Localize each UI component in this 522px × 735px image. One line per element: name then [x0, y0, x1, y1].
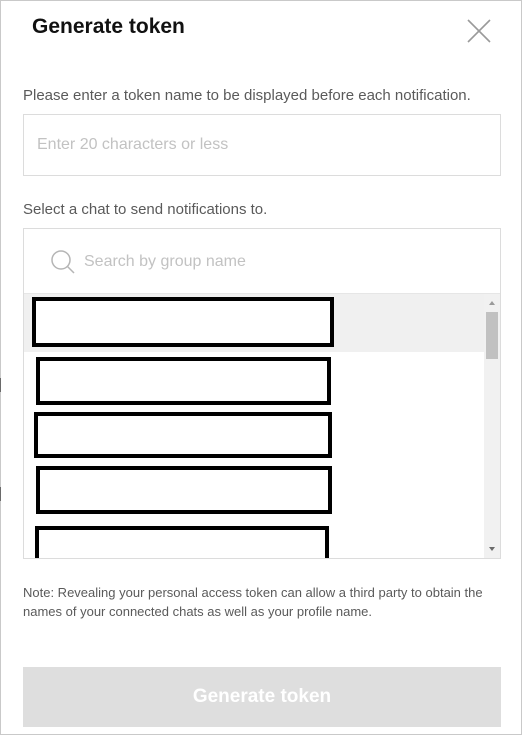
- chat-list-item[interactable]: [24, 410, 484, 468]
- chat-list-item[interactable]: [24, 522, 484, 558]
- redacted-chat-name: [36, 466, 332, 514]
- edge-divider: [0, 487, 1, 501]
- redacted-chat-name: [35, 526, 329, 558]
- close-x-icon: [467, 19, 491, 43]
- generate-token-button[interactable]: Generate token: [23, 667, 501, 727]
- chat-list-item[interactable]: [24, 464, 484, 522]
- chat-search-row: [24, 229, 500, 294]
- search-icon: [50, 249, 76, 275]
- chat-list: [24, 294, 484, 558]
- generate-token-dialog: Generate token Please enter a token name…: [0, 0, 522, 735]
- edge-divider: [0, 378, 1, 392]
- chat-selector: [23, 228, 501, 559]
- redacted-chat-name: [34, 412, 332, 458]
- scroll-thumb[interactable]: [486, 312, 498, 359]
- redacted-chat-name: [32, 297, 334, 347]
- token-name-label: Please enter a token name to be displaye…: [23, 87, 471, 104]
- scroll-up-arrow-icon: [489, 301, 495, 305]
- close-button[interactable]: [463, 15, 495, 47]
- scroll-down-arrow-icon: [489, 547, 495, 551]
- redacted-chat-name: [36, 357, 331, 405]
- dialog-title: Generate token: [32, 15, 185, 38]
- token-name-input[interactable]: [23, 114, 501, 176]
- scroll-down-button[interactable]: [484, 542, 500, 556]
- chat-list-item[interactable]: [24, 352, 484, 410]
- scroll-up-button[interactable]: [484, 296, 500, 310]
- group-search-input[interactable]: [84, 245, 484, 279]
- chat-select-label: Select a chat to send notifications to.: [23, 201, 268, 218]
- privacy-note: Note: Revealing your personal access tok…: [23, 585, 483, 619]
- chat-list-item[interactable]: [24, 294, 484, 352]
- chat-list-scrollbar[interactable]: [484, 294, 500, 558]
